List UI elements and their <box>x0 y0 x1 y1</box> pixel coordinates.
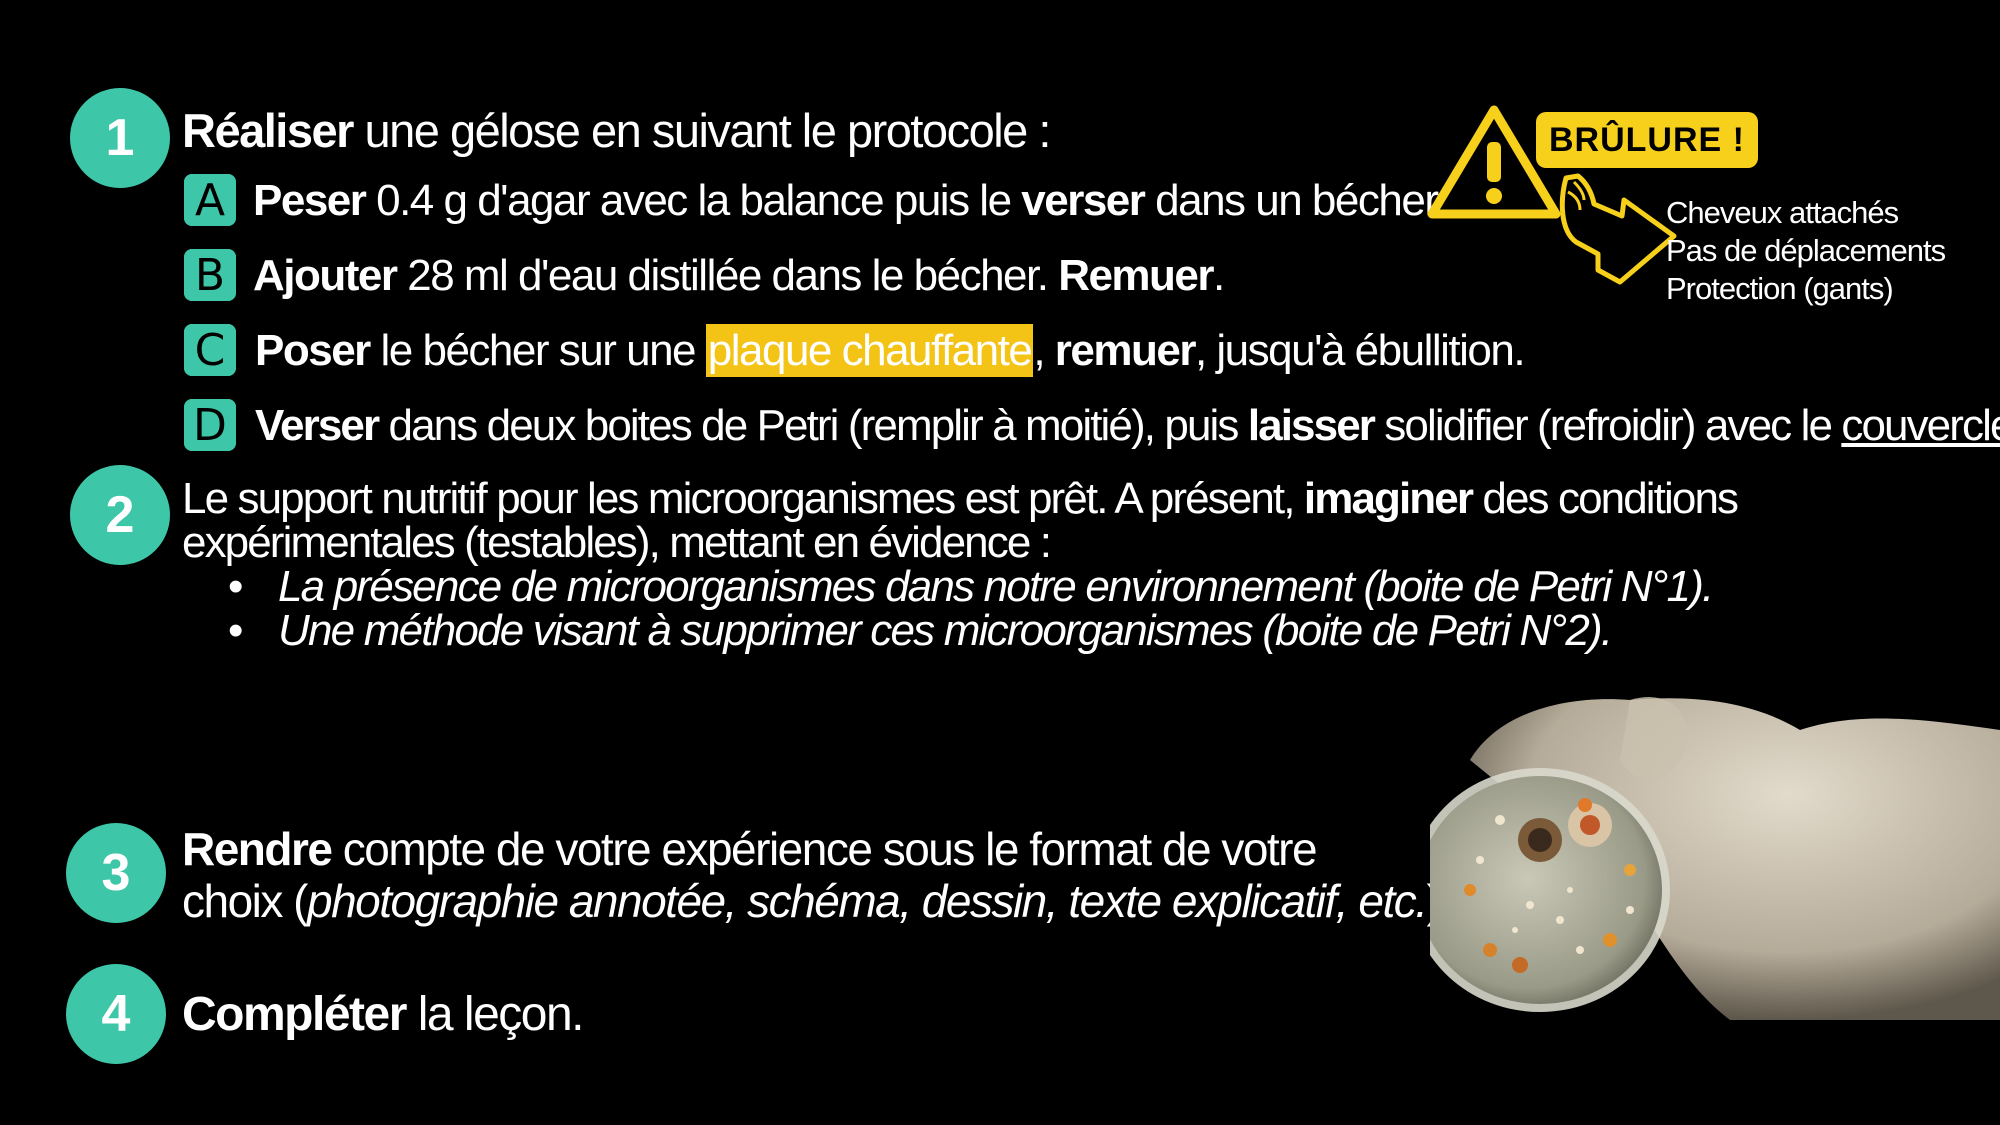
substep-b-t1: 28 ml d'eau distillée dans le bécher. <box>396 251 1059 300</box>
step-1-text: Réaliser une gélose en suivant le protoc… <box>182 104 1051 157</box>
list-item: La présence de microorganismes dans notr… <box>228 565 1714 610</box>
step-number-1: 1 <box>70 88 170 188</box>
substep-c-t1: le bécher sur une <box>369 326 706 375</box>
step-3-line-2: choix (photographie annotée, schéma, des… <box>182 875 1442 927</box>
step-1-verb: Réaliser <box>182 104 354 157</box>
substep-a-verb: Peser <box>253 176 367 225</box>
substep-letter-d: D <box>184 399 236 451</box>
step-number-2: 2 <box>70 465 170 565</box>
substep-c-text: Poser le bécher sur une plaque chauffant… <box>255 324 1526 377</box>
step-3-line-1: Rendre compte de votre expérience sous l… <box>182 823 1318 875</box>
substep-b-text: Ajouter 28 ml d'eau distillée dans le bé… <box>253 251 1225 300</box>
substep-a-text: Peser 0.4 g d'agar avec la balance puis … <box>253 176 1447 225</box>
step-4-verb: Compléter <box>182 988 407 1041</box>
step-2-line-2: expérimentales (testables), mettant en é… <box>182 518 1052 567</box>
substep-d-verb2: laisser <box>1247 401 1376 450</box>
step-number-3: 3 <box>66 823 166 923</box>
step-2-line-1a: Le support nutritif pour les microorgani… <box>182 474 1304 523</box>
substep-c-t3: , jusqu'à ébullition. <box>1194 326 1526 375</box>
substep-c-verb2: remuer <box>1054 326 1197 375</box>
substep-a-verb2: verser <box>1021 176 1146 225</box>
hand-pointer-icon <box>1559 173 1677 285</box>
step-4-rest: la leçon. <box>405 988 585 1041</box>
substep-c-t2: , <box>1033 326 1055 375</box>
warning-item: Protection (gants) <box>1666 271 1894 306</box>
substep-a-t1: 0.4 g d'agar avec la balance puis le <box>365 176 1022 225</box>
step-3-italic: photographie annotée, schéma, dessin, te… <box>306 875 1428 927</box>
substep-d-t2: solidifier (refroidir) avec le <box>1373 401 1842 450</box>
warning-item: Pas de déplacements <box>1666 233 1946 268</box>
substep-d-t1: dans deux boites de Petri (remplir à moi… <box>378 401 1248 450</box>
substep-d-text: Verser dans deux boites de Petri (rempli… <box>255 404 2000 448</box>
petri-dish-image <box>1430 697 2000 1020</box>
step-number-4: 4 <box>66 964 166 1064</box>
substep-a-t2: dans un bécher. <box>1144 176 1447 225</box>
substep-b-verb2: Remuer <box>1058 251 1214 300</box>
step-3-verb: Rendre <box>182 823 333 875</box>
substep-c-verb: Poser <box>255 326 371 375</box>
substep-letter-a: A <box>184 174 236 226</box>
step-2-line-1b: des conditions <box>1472 474 1739 523</box>
warning-badge: BRÛLURE ! <box>1536 112 1758 168</box>
substep-d-verb: Verser <box>255 401 380 450</box>
step-4-text: Compléter la leçon. <box>182 988 585 1041</box>
bullet-list: La présence de microorganismes dans notr… <box>228 565 1714 654</box>
substep-letter-b: B <box>184 249 236 301</box>
warning-item: Cheveux attachés <box>1666 195 1899 230</box>
highlighted-phrase: plaque chauffante <box>705 324 1034 377</box>
warning-list: Cheveux attachés Pas de déplacements Pro… <box>1666 194 1946 308</box>
substep-b-t2: . <box>1213 251 1225 300</box>
step-2-line-1: Le support nutritif pour les microorgani… <box>182 474 1739 523</box>
substep-b-verb: Ajouter <box>253 251 398 300</box>
slide: 1 Réaliser une gélose en suivant le prot… <box>0 0 2000 1125</box>
step-2-verb: imaginer <box>1303 474 1474 523</box>
substep-letter-c: C <box>184 324 236 376</box>
list-item: Une méthode visant à supprimer ces micro… <box>228 609 1713 654</box>
substep-d-underlined: couvercle <box>1841 401 2000 450</box>
step-3-line-2a: choix ( <box>182 875 308 927</box>
step-3-line-1-rest: compte de votre expérience sous le forma… <box>331 823 1318 875</box>
step-1-rest: une gélose en suivant le protocole : <box>352 104 1051 157</box>
